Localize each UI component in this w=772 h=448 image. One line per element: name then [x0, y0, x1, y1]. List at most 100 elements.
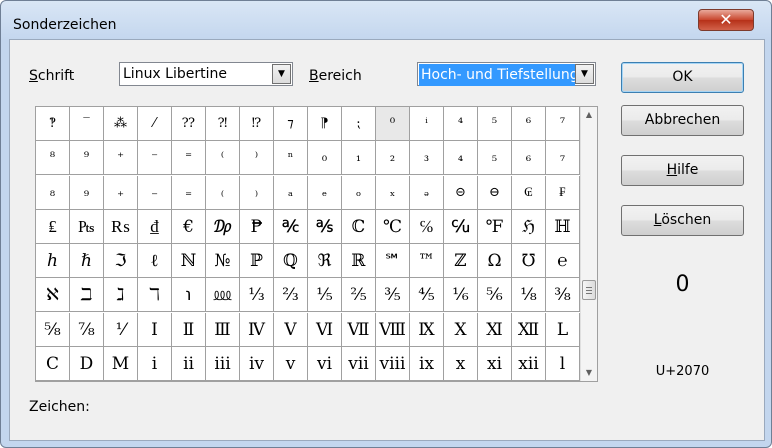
character-cell[interactable]: ₔ [410, 176, 444, 210]
character-cell[interactable]: ℎ [36, 244, 70, 278]
character-grid[interactable]: ‽ ‾ ⁂ ⁄ ⁇ ⁈ ⁉ ⁊ ⁋ ⁏ ⁰ ⁱ ⁴ ⁵ ⁶ ⁷ ⁸ ⁹ ⁺ ⁻ ⁼ ⁽ ⁾ ⁿ ₀ ₁ ₂ ₃ ₄ ₅ ₆ ₇ ₈ ₉ ₊ ₋ ₌ ₍ ₎ ₐ… [36, 107, 580, 381]
character-cell[interactable]: ₑ [308, 176, 342, 210]
character-cell[interactable]: ℓ [138, 244, 172, 278]
character-cell[interactable]: ⁂ [104, 107, 138, 141]
chevron-down-icon[interactable]: ▼ [575, 64, 594, 84]
character-cell[interactable]: Ⅰ [138, 313, 172, 347]
cancel-button[interactable]: Abbrechen [621, 105, 744, 136]
character-cell[interactable]: ⁼ [172, 141, 206, 175]
character-cell[interactable]: ⁹ [70, 141, 104, 175]
character-cell[interactable]: Ⅻ [512, 313, 546, 347]
character-cell[interactable]: ₅ [478, 141, 512, 175]
ok-button[interactable]: OK [621, 62, 744, 93]
character-cell[interactable]: ⅞ [70, 313, 104, 347]
character-cell[interactable]: ⁴ [444, 107, 478, 141]
character-cell[interactable]: Ⅶ [342, 313, 376, 347]
help-button[interactable]: Hilfe [621, 155, 744, 186]
character-cell[interactable]: Ⅲ [206, 313, 240, 347]
character-cell[interactable]: ₁ [342, 141, 376, 175]
character-cell[interactable]: ™ [410, 244, 444, 278]
character-cell[interactable]: ₓ [376, 176, 410, 210]
character-cell[interactable]: ⅓ [240, 278, 274, 312]
character-cell[interactable]: Ⅳ [240, 313, 274, 347]
character-cell[interactable]: ℉ [478, 210, 512, 244]
character-cell[interactable]: ⅗ [376, 278, 410, 312]
character-cell[interactable]: Ⅼ [546, 313, 580, 347]
character-cell[interactable]: Ⅺ [478, 313, 512, 347]
character-cell[interactable]: ℩ [172, 278, 206, 312]
character-cell[interactable]: ⁽ [206, 141, 240, 175]
character-cell[interactable]: ℚ [274, 244, 308, 278]
character-cell[interactable]: ₒ [342, 176, 376, 210]
character-cell[interactable]: ₌ [172, 176, 206, 210]
character-cell[interactable]: ₐ [274, 176, 308, 210]
character-cell[interactable]: Ⅱ [172, 313, 206, 347]
character-cell[interactable]: Ⅷ [376, 313, 410, 347]
character-cell[interactable]: ℵ [36, 278, 70, 312]
grid-scrollbar[interactable]: ▲ ▼ [580, 107, 597, 381]
character-cell[interactable]: ℮ [546, 244, 580, 278]
character-cell[interactable]: ⅹ [444, 347, 478, 381]
delete-button[interactable]: Löschen [621, 205, 744, 236]
character-cell[interactable]: ⊝ [444, 176, 478, 210]
character-cell[interactable]: ⁵ [478, 107, 512, 141]
character-cell[interactable]: ₱ [240, 210, 274, 244]
close-button[interactable]: ✕ [698, 9, 754, 31]
scroll-up-icon[interactable]: ▲ [581, 107, 597, 123]
character-cell[interactable]: ⅝ [36, 313, 70, 347]
character-cell[interactable]: ℠ [376, 244, 410, 278]
character-cell[interactable]: ℝ [342, 244, 376, 278]
character-cell[interactable]: ⅔ [274, 278, 308, 312]
character-cell[interactable]: ⅵ [308, 347, 342, 381]
character-cell[interactable]: ₆ [512, 141, 546, 175]
character-cell[interactable]: Ⅹ [444, 313, 478, 347]
character-cell[interactable]: ⁾ [240, 141, 274, 175]
character-cell[interactable]: ₢ [512, 176, 546, 210]
character-cell[interactable]: ⅏ [206, 278, 240, 312]
character-cell[interactable]: ℂ [342, 210, 376, 244]
character-cell[interactable]: ℀ [274, 210, 308, 244]
character-cell[interactable]: ℍ [546, 210, 580, 244]
character-cell[interactable]: ⅙ [444, 278, 478, 312]
character-cell[interactable]: ⅚ [478, 278, 512, 312]
character-cell[interactable]: ⅴ [274, 347, 308, 381]
character-cell[interactable]: ⅺ [478, 347, 512, 381]
character-cell[interactable]: ℃ [376, 210, 410, 244]
character-cell[interactable]: ⁿ [274, 141, 308, 175]
character-cell[interactable]: ⅸ [410, 347, 444, 381]
character-cell[interactable]: ⅜ [546, 278, 580, 312]
character-cell[interactable]: ⅰ [138, 347, 172, 381]
character-cell[interactable]: ₤ [36, 210, 70, 244]
character-cell[interactable]: ⅘ [410, 278, 444, 312]
character-cell[interactable]: ⅲ [206, 347, 240, 381]
character-cell[interactable]: ⅳ [240, 347, 274, 381]
character-cell[interactable]: ⁈ [206, 107, 240, 141]
character-cell[interactable]: ⅛ [512, 278, 546, 312]
character-cell[interactable]: ℷ [104, 278, 138, 312]
character-cell[interactable]: ⁱ [410, 107, 444, 141]
font-select[interactable]: Linux Libertine ▼ [119, 62, 293, 86]
character-cell[interactable]: ℌ [512, 210, 546, 244]
character-cell[interactable]: ⅱ [172, 347, 206, 381]
character-cell[interactable]: ₯ [206, 210, 240, 244]
character-cell[interactable]: ⅕ [308, 278, 342, 312]
character-cell[interactable]: ⁷ [546, 107, 580, 141]
character-cell[interactable]: ℸ [138, 278, 172, 312]
character-cell[interactable]: ⅶ [342, 347, 376, 381]
character-cell[interactable]: Ω [478, 244, 512, 278]
character-cell[interactable]: ₄ [444, 141, 478, 175]
character-cell[interactable]: ₋ [138, 176, 172, 210]
character-cell[interactable]: ₣ [546, 176, 580, 210]
title-bar[interactable]: Sonderzeichen ✕ [1, 1, 771, 39]
character-cell[interactable]: ₊ [104, 176, 138, 210]
character-cell[interactable]: ℏ [70, 244, 104, 278]
character-cell[interactable]: ⁏ [342, 107, 376, 141]
character-cell[interactable]: Ⅾ [70, 347, 104, 381]
character-cell[interactable]: ⅼ [546, 347, 580, 381]
character-cell[interactable]: ℶ [70, 278, 104, 312]
character-cell[interactable]: ℧ [512, 244, 546, 278]
character-cell[interactable]: ⁊ [274, 107, 308, 141]
character-cell[interactable]: ⁇ [172, 107, 206, 141]
character-cell[interactable]: ℤ [444, 244, 478, 278]
character-cell[interactable]: ₎ [240, 176, 274, 210]
